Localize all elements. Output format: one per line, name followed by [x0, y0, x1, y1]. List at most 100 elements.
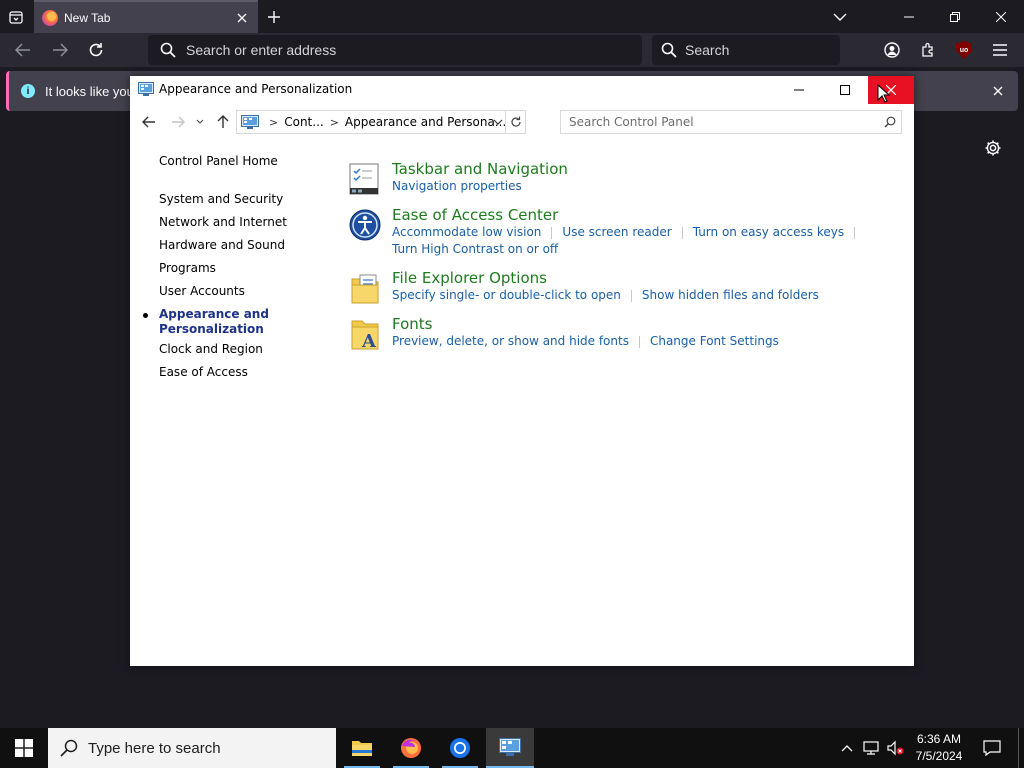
account-icon[interactable] — [879, 37, 905, 63]
restore-icon[interactable] — [932, 0, 978, 33]
active-bullet-icon — [143, 313, 148, 318]
notification-message: It looks like you — [45, 83, 134, 99]
category-link[interactable]: Show hidden files and folders — [642, 288, 819, 302]
minimize-icon[interactable] — [776, 76, 822, 104]
category-list: Taskbar and Navigation Navigation proper… — [348, 160, 908, 361]
category-taskbar: Taskbar and Navigation Navigation proper… — [348, 160, 908, 206]
folder-options-icon — [351, 274, 379, 304]
sidebar-item-network-internet[interactable]: Network and Internet — [159, 211, 329, 234]
close-icon[interactable] — [868, 76, 914, 104]
forward-arrow-icon[interactable] — [167, 111, 189, 133]
sidebar-item-programs[interactable]: Programs — [159, 257, 329, 280]
sidebar-item-user-accounts[interactable]: User Accounts — [159, 280, 329, 303]
maximize-icon[interactable] — [822, 76, 868, 104]
category-link[interactable]: Navigation properties — [392, 179, 522, 193]
file-explorer-icon[interactable] — [338, 728, 386, 768]
browser-window-controls — [886, 0, 1024, 33]
chevron-right-icon: > — [329, 115, 339, 129]
notification-center-icon[interactable] — [976, 728, 1008, 768]
browser-nav-bar: Search or enter address Search uo — [0, 33, 1024, 67]
category-fonts: A Fonts Preview, delete, or show and hid… — [348, 315, 908, 361]
system-clock[interactable]: 6:36 AM 7/5/2024 — [910, 731, 968, 765]
search-icon[interactable] — [879, 116, 901, 128]
sidebar-item-ease-of-access[interactable]: Ease of Access — [159, 361, 329, 384]
search-bar[interactable]: Search — [652, 35, 840, 65]
category-link[interactable]: Preview, delete, or show and hide fonts — [392, 334, 629, 348]
control-panel-window: Appearance and Personalization > Cont...… — [130, 76, 914, 666]
back-arrow-icon[interactable] — [10, 37, 36, 63]
plus-icon[interactable] — [262, 5, 286, 29]
control-panel-icon[interactable] — [486, 728, 534, 768]
link-divider — [551, 226, 553, 239]
ublock-badge: uo — [956, 41, 972, 59]
window-title: Appearance and Personalization — [159, 82, 353, 96]
breadcrumb-item[interactable]: Cont... — [284, 115, 323, 129]
extensions-icon[interactable] — [915, 37, 941, 63]
url-placeholder: Search or enter address — [186, 42, 337, 58]
category-title[interactable]: File Explorer Options — [392, 269, 908, 287]
control-panel-icon — [241, 115, 259, 129]
ease-of-access-icon — [349, 209, 381, 241]
hamburger-menu-icon[interactable] — [987, 37, 1013, 63]
close-icon[interactable] — [978, 0, 1024, 33]
sidebar-item-label: Appearance and Personalization — [159, 307, 269, 336]
chevron-down-icon[interactable] — [828, 5, 852, 29]
fonts-icon: A — [351, 320, 379, 351]
show-desktop-button[interactable] — [1018, 728, 1024, 768]
category-link[interactable]: Turn on easy access keys — [693, 225, 844, 239]
sidebar-item-appearance[interactable]: Appearance and Personalization — [143, 303, 329, 338]
category-title[interactable]: Ease of Access Center — [392, 206, 908, 224]
category-link[interactable]: Use screen reader — [562, 225, 671, 239]
svg-text:A: A — [361, 331, 377, 351]
search-input[interactable]: Search Control Panel — [560, 110, 902, 134]
window-title-bar[interactable]: Appearance and Personalization — [130, 76, 914, 104]
tab-list-icon[interactable] — [4, 5, 28, 29]
category-link[interactable]: Specify single- or double-click to open — [392, 288, 621, 302]
firefox-icon[interactable] — [387, 728, 435, 768]
category-title[interactable]: Taskbar and Navigation — [392, 160, 908, 178]
search-placeholder: Search — [685, 42, 730, 58]
refresh-icon[interactable] — [505, 111, 525, 133]
chevron-right-icon: > — [269, 115, 279, 129]
breadcrumb-item[interactable]: Appearance and Persona... — [345, 115, 506, 129]
close-icon[interactable] — [232, 8, 252, 28]
reload-icon[interactable] — [83, 37, 109, 63]
breadcrumb[interactable]: > Cont... > Appearance and Persona... — [236, 110, 526, 134]
category-link[interactable]: Turn High Contrast on or off — [392, 242, 558, 256]
up-arrow-icon[interactable] — [212, 111, 234, 133]
sidebar-item-hardware-sound[interactable]: Hardware and Sound — [159, 234, 329, 257]
control-panel-icon — [138, 82, 154, 96]
info-icon: i — [21, 84, 35, 98]
clock-date: 7/5/2024 — [915, 749, 963, 763]
sidebar-item-system-security[interactable]: System and Security — [159, 188, 329, 211]
taskbar-search-input[interactable]: Type here to search — [48, 728, 336, 768]
category-title[interactable]: Fonts — [392, 315, 908, 333]
sidebar: Control Panel Home System and Security N… — [143, 154, 329, 384]
ublock-origin-icon[interactable]: uo — [951, 37, 977, 63]
taskbar-icon — [349, 163, 379, 195]
volume-muted-icon[interactable] — [884, 728, 906, 768]
back-arrow-icon[interactable] — [138, 111, 160, 133]
link-divider — [638, 335, 640, 348]
tab-title: New Tab — [64, 10, 111, 25]
clock-time: 6:36 AM — [916, 732, 962, 746]
close-icon[interactable] — [988, 81, 1008, 101]
chevron-down-icon[interactable] — [493, 115, 503, 129]
chrome-icon[interactable] — [436, 728, 484, 768]
tab-new-tab[interactable]: New Tab — [34, 0, 258, 33]
browser-tab-bar: New Tab — [0, 0, 1024, 33]
chevron-up-icon[interactable] — [838, 728, 856, 768]
category-link[interactable]: Accommodate low vision — [392, 225, 541, 239]
sidebar-item-clock-region[interactable]: Clock and Region — [159, 338, 329, 361]
gear-icon[interactable] — [982, 137, 1004, 159]
url-bar[interactable]: Search or enter address — [148, 35, 642, 65]
windows-start-icon[interactable] — [0, 728, 48, 768]
forward-arrow-icon[interactable] — [47, 37, 73, 63]
control-panel-home-link[interactable]: Control Panel Home — [159, 154, 329, 168]
link-divider — [681, 226, 683, 239]
recent-locations-icon[interactable] — [191, 111, 209, 133]
category-link[interactable]: Change Font Settings — [650, 334, 779, 348]
search-icon — [661, 42, 677, 58]
network-icon[interactable] — [860, 728, 882, 768]
minimize-icon[interactable] — [886, 0, 932, 33]
